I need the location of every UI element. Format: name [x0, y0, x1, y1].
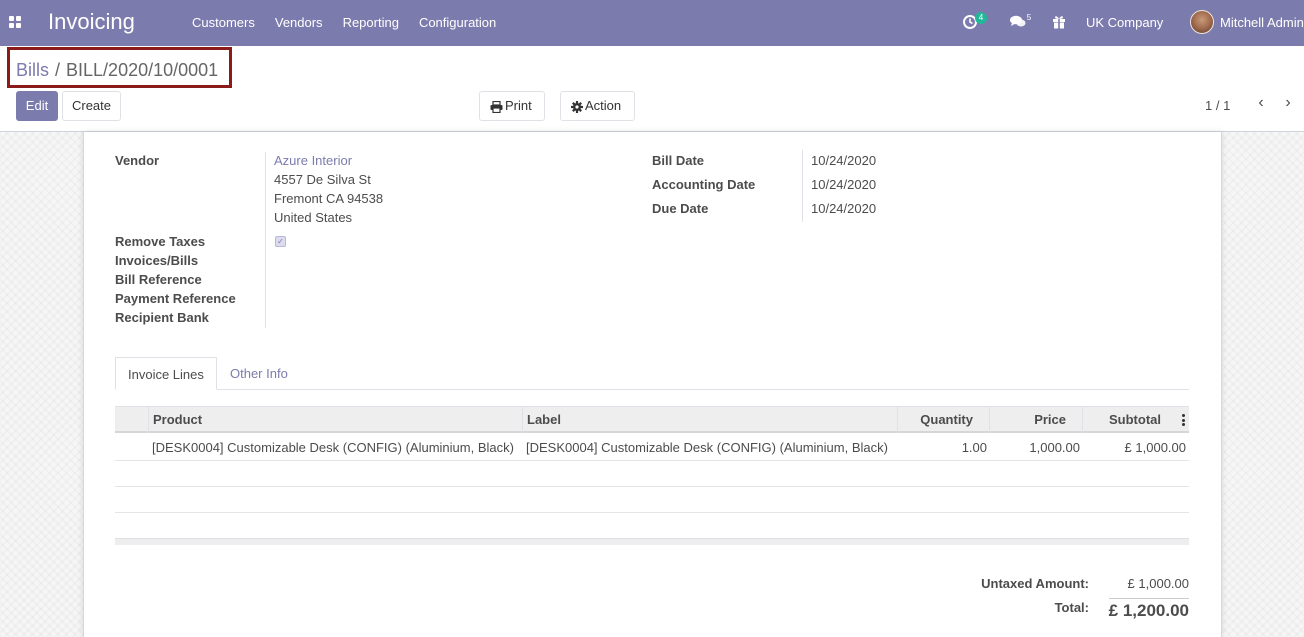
totals-divider	[1109, 598, 1189, 599]
row-label[interactable]: [DESK0004] Customizable Desk (CONFIG) (A…	[526, 435, 888, 460]
total-value: £ 1,200.00	[1108, 601, 1189, 620]
remove-taxes-label: Remove Taxes	[115, 234, 206, 249]
vendor-address-line-3: United States	[274, 210, 353, 225]
due-date-value[interactable]: 10/24/2020	[811, 201, 876, 216]
table-row-divider	[115, 486, 1189, 487]
tab-invoice-lines[interactable]: Invoice Lines	[115, 357, 217, 390]
menu-item-vendors[interactable]: Vendors	[275, 15, 323, 30]
price-column-header[interactable]: Price	[989, 407, 1082, 433]
recipient-bank-label: Recipient Bank	[115, 310, 209, 325]
row-subtotal: £ 1,000.00	[1124, 440, 1186, 455]
gift-menu[interactable]	[1052, 0, 1068, 46]
quantity-column-header[interactable]: Quantity	[897, 407, 989, 433]
row-price[interactable]: 1,000.00	[990, 435, 1080, 460]
left-group-divider	[265, 152, 266, 328]
invoice-lines-table-footer	[115, 538, 1189, 545]
table-row-divider	[115, 512, 1189, 513]
menu-item-configuration[interactable]: Configuration	[419, 15, 496, 30]
product-column-header[interactable]: Product	[148, 407, 522, 433]
bill-date-value[interactable]: 10/24/2020	[811, 153, 876, 168]
gift-icon	[1053, 16, 1065, 29]
untaxed-amount-label: Untaxed Amount:	[981, 576, 1089, 591]
print-icon	[490, 101, 503, 113]
activity-menu[interactable]: 4	[962, 0, 990, 46]
invoices-bills-label: Invoices/Bills	[115, 253, 199, 268]
payment-reference-label: Payment Reference	[115, 291, 236, 306]
activity-count-badge: 4	[975, 12, 987, 24]
untaxed-amount-value: £ 1,000.00	[1127, 576, 1189, 591]
table-row-divider	[115, 460, 1189, 461]
vendor-address-line-2: Fremont CA 94538	[274, 191, 384, 206]
breadcrumb-current: BILL/2020/10/0001	[66, 60, 219, 80]
bill-reference-label: Bill Reference	[115, 272, 202, 287]
remove-taxes-checkbox[interactable]: ✓	[275, 236, 286, 247]
app-name[interactable]: Invoicing	[48, 9, 135, 35]
vendor-label: Vendor	[115, 153, 160, 168]
chevron-right-icon[interactable]: ›	[1280, 93, 1296, 113]
tab-other-info[interactable]: Other Info	[218, 357, 300, 390]
vendor-link[interactable]: Azure Interior	[274, 153, 352, 168]
breadcrumb: Bills / BILL/2020/10/0001	[16, 60, 218, 81]
due-date-label: Due Date	[652, 201, 709, 216]
optional-columns-icon[interactable]	[1182, 414, 1185, 426]
apps-menu-icon[interactable]	[9, 16, 23, 30]
subtotal-column-header[interactable]: Subtotal	[1082, 407, 1189, 433]
print-button[interactable]: Print	[479, 91, 545, 121]
chevron-left-icon[interactable]: ‹	[1253, 93, 1269, 113]
total-label: Total:	[1054, 600, 1089, 615]
menu-item-customers[interactable]: Customers	[192, 15, 255, 30]
label-column-header[interactable]: Label	[522, 407, 897, 433]
vendor-address-line-1: 4557 De Silva St	[274, 172, 371, 187]
accounting-date-value[interactable]: 10/24/2020	[811, 177, 876, 192]
company-switcher[interactable]: UK Company	[1086, 15, 1163, 30]
action-button-label: Action	[585, 98, 622, 113]
menu-item-reporting[interactable]: Reporting	[343, 15, 399, 30]
right-group-divider	[802, 150, 803, 222]
row-product[interactable]: [DESK0004] Customizable Desk (CONFIG) (A…	[152, 435, 514, 460]
create-button[interactable]: Create	[62, 91, 121, 121]
breadcrumb-bills-link[interactable]: Bills	[16, 60, 49, 80]
user-name[interactable]: Mitchell Admin	[1220, 15, 1304, 30]
invoice-lines-table-header: Product Label Quantity Price Subtotal	[115, 406, 1189, 433]
top-navbar: Invoicing Customers Vendors Reporting Co…	[0, 0, 1304, 46]
action-button[interactable]: Action	[560, 91, 635, 121]
messages-menu[interactable]: 5	[1008, 0, 1036, 46]
gear-icon	[571, 101, 583, 113]
main-menu: Customers Vendors Reporting Configuratio…	[182, 15, 506, 30]
pager-value[interactable]: 1 / 1	[1205, 98, 1230, 113]
handle-column-header	[115, 407, 148, 433]
accounting-date-label: Accounting Date	[652, 177, 756, 192]
breadcrumb-separator: /	[55, 60, 61, 80]
messages-count-badge: 5	[1026, 13, 1032, 22]
bill-date-label: Bill Date	[652, 153, 705, 168]
print-button-label: Print	[505, 98, 532, 113]
control-panel: Bills / BILL/2020/10/0001 Edit Create Prin…	[0, 46, 1304, 132]
edit-button[interactable]: Edit	[16, 91, 58, 121]
user-avatar[interactable]	[1190, 10, 1214, 34]
row-quantity[interactable]: 1.00	[897, 435, 987, 460]
